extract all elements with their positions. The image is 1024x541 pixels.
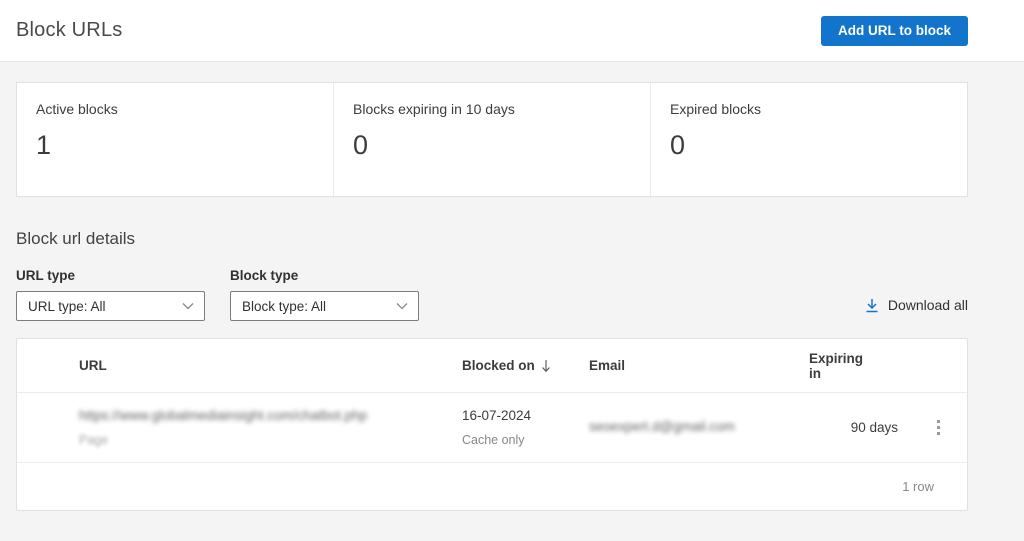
stat-value: 1 bbox=[36, 130, 52, 160]
blocked-urls-table: URL Blocked on Email Expiring in https:/… bbox=[16, 338, 968, 511]
expiring-in-cell: 90 days bbox=[850, 420, 898, 435]
table-footer: 1 row bbox=[17, 463, 967, 510]
filter-url-type: URL type URL type: All bbox=[16, 268, 205, 321]
filter-block-type-label: Block type bbox=[230, 268, 299, 283]
url-cell: https://www.globalmediainsight.com/chatb… bbox=[79, 408, 462, 446]
chevron-down-icon bbox=[182, 302, 194, 310]
row-count-text: 1 row bbox=[902, 479, 934, 494]
download-icon bbox=[865, 298, 879, 313]
stat-label: Blocks expiring in 10 days bbox=[353, 101, 515, 117]
blocked-on-date: 16-07-2024 bbox=[462, 408, 532, 424]
stat-value: 0 bbox=[353, 130, 369, 160]
column-header-email[interactable]: Email bbox=[589, 358, 809, 373]
download-all-label: Download all bbox=[887, 297, 968, 313]
block-type-text: Cache only bbox=[462, 432, 525, 447]
table-header-row: URL Blocked on Email Expiring in bbox=[17, 339, 967, 393]
filters-row: URL type URL type: All Block type Block … bbox=[16, 268, 968, 321]
page-header: Block URLs Add URL to block bbox=[0, 0, 1024, 62]
email-cell: seoexpert.d@gmail.com bbox=[589, 419, 809, 435]
filter-url-type-label: URL type bbox=[16, 268, 76, 283]
add-url-to-block-button[interactable]: Add URL to block bbox=[821, 15, 968, 46]
row-more-options-button[interactable] bbox=[924, 414, 952, 442]
url-type-dropdown[interactable]: URL type: All bbox=[16, 291, 205, 321]
chevron-down-icon bbox=[396, 302, 408, 310]
blocked-url-text: https://www.globalmediainsight.com/chatb… bbox=[79, 408, 368, 424]
stat-value: 0 bbox=[670, 130, 686, 160]
url-type-text: Page bbox=[79, 432, 109, 447]
row-actions-cell bbox=[910, 414, 967, 442]
column-header-blocked-on[interactable]: Blocked on bbox=[462, 358, 589, 373]
blocked-on-cell: 16-07-2024 Cache only bbox=[462, 408, 589, 446]
stat-label: Expired blocks bbox=[670, 101, 762, 117]
block-type-dropdown[interactable]: Block type: All bbox=[230, 291, 419, 321]
stat-card-active-blocks: Active blocks 1 bbox=[17, 83, 334, 196]
section-heading: Block url details bbox=[16, 229, 136, 248]
column-header-url[interactable]: URL bbox=[79, 358, 462, 373]
stat-label: Active blocks bbox=[36, 101, 118, 117]
block-type-dropdown-value: Block type: All bbox=[242, 298, 327, 314]
download-all-button[interactable]: Download all bbox=[865, 297, 968, 321]
email-text: seoexpert.d@gmail.com bbox=[589, 419, 735, 435]
page-title: Block URLs bbox=[16, 19, 123, 41]
main-content: Active blocks 1 Blocks expiring in 10 da… bbox=[0, 82, 1024, 511]
sort-descending-icon bbox=[541, 359, 551, 373]
more-options-icon bbox=[936, 420, 940, 435]
stats-row: Active blocks 1 Blocks expiring in 10 da… bbox=[16, 82, 968, 197]
table-row: https://www.globalmediainsight.com/chatb… bbox=[17, 393, 967, 463]
stat-card-expired-blocks: Expired blocks 0 bbox=[651, 83, 967, 196]
url-type-dropdown-value: URL type: All bbox=[28, 298, 106, 314]
filter-block-type: Block type Block type: All bbox=[230, 268, 419, 321]
stat-card-blocks-expiring: Blocks expiring in 10 days 0 bbox=[334, 83, 651, 196]
column-header-expiring-in[interactable]: Expiring in bbox=[809, 351, 910, 381]
